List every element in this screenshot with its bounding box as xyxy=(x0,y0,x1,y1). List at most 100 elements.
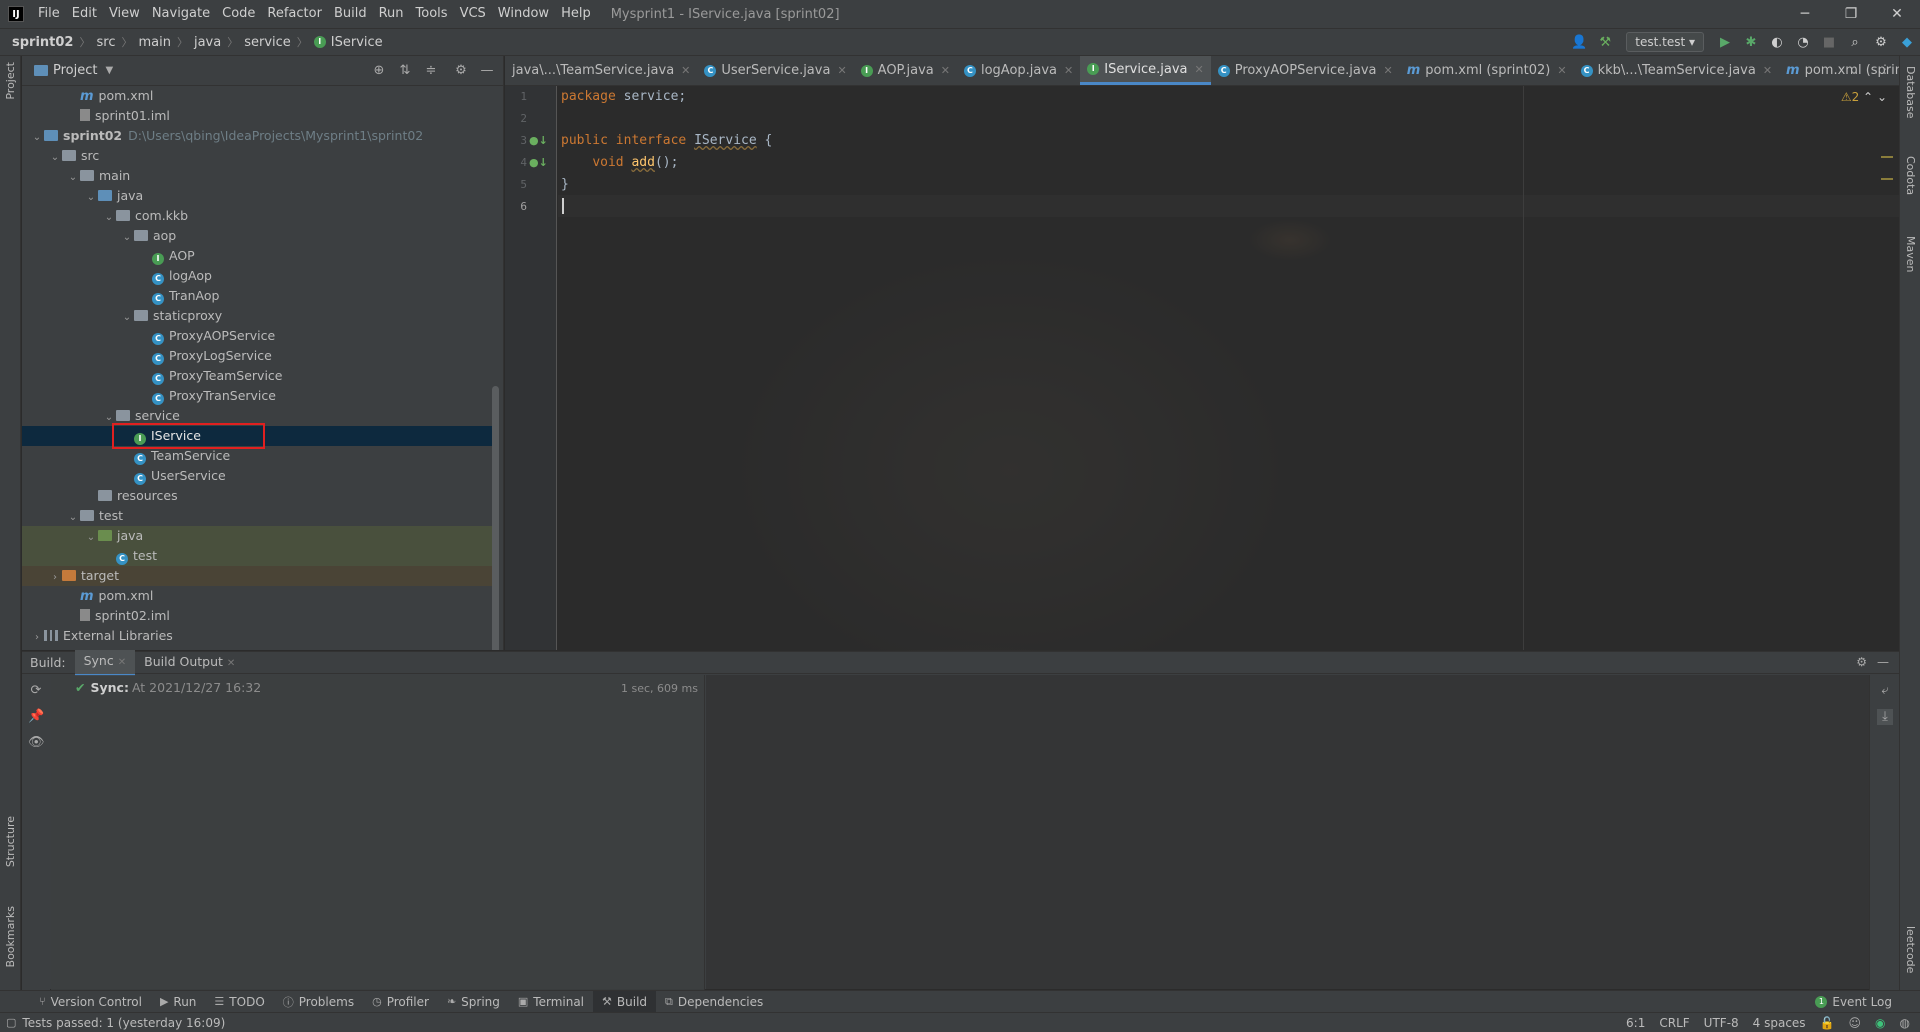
tree-node[interactable]: › target xyxy=(22,566,494,586)
menu-refactor[interactable]: Refactor xyxy=(261,0,328,28)
tree-node[interactable]: C ProxyAOPService xyxy=(22,326,494,346)
structure-tool-button[interactable]: Structure xyxy=(4,816,17,867)
editor-tab[interactable]: C ProxyAOPService.java ✕ xyxy=(1211,56,1400,85)
file-encoding[interactable]: UTF-8 xyxy=(1704,1016,1739,1030)
close-tab-icon[interactable]: ✕ xyxy=(681,64,690,77)
tree-node[interactable]: ⌄ test xyxy=(22,506,494,526)
chevron-down-icon[interactable]: ⌄ xyxy=(120,308,134,328)
tree-node[interactable]: I AOP xyxy=(22,246,494,266)
menu-code[interactable]: Code xyxy=(216,0,261,28)
breadcrumb-service[interactable]: service xyxy=(244,35,291,50)
chevron-down-icon[interactable]: ⌄ xyxy=(66,168,80,188)
editor-tab[interactable]: C UserService.java ✕ xyxy=(697,56,853,85)
tree-node[interactable]: ⌄ com.kkb xyxy=(22,206,494,226)
tree-node[interactable]: C ProxyTranService xyxy=(22,386,494,406)
pin-icon[interactable]: 📌 xyxy=(28,709,44,725)
tree-node[interactable]: resources xyxy=(22,486,494,506)
stop-icon[interactable]: ■ xyxy=(1816,29,1842,55)
locate-icon[interactable]: ⊕ xyxy=(370,62,388,80)
tab-dependencies[interactable]: ⧉ Dependencies xyxy=(656,991,772,1013)
assistant-icon[interactable]: ☺ xyxy=(1849,1016,1862,1030)
tab-build[interactable]: ⚒ Build xyxy=(593,990,657,1013)
menu-window[interactable]: Window xyxy=(492,0,555,28)
close-tab-icon[interactable]: ✕ xyxy=(1195,63,1204,76)
hammer-icon[interactable]: ⚒ xyxy=(1592,29,1618,55)
warning-stripe-mark[interactable] xyxy=(1881,156,1893,158)
close-tab-icon[interactable]: ✕ xyxy=(1557,64,1566,77)
chevron-right-icon[interactable]: › xyxy=(30,628,44,648)
close-tab-icon[interactable]: ✕ xyxy=(837,64,846,77)
tab-build-output[interactable]: Build Output ✕ xyxy=(135,651,244,675)
project-tool-button[interactable]: Project xyxy=(4,62,17,100)
tree-node[interactable]: sprint02.iml xyxy=(22,606,494,626)
tab-problems[interactable]: ⓘ Problems xyxy=(274,991,363,1013)
search-icon[interactable]: ⌕ xyxy=(1842,29,1868,55)
menu-run[interactable]: Run xyxy=(373,0,410,28)
bookmarks-tool-button[interactable]: Bookmarks xyxy=(4,906,17,967)
close-window-icon[interactable]: ✕ xyxy=(1874,0,1920,28)
tree-node[interactable]: C TranAop xyxy=(22,286,494,306)
tree-node[interactable]: m pom.xml xyxy=(22,586,494,606)
refresh-icon[interactable]: ⟳ xyxy=(28,683,44,699)
tab-version-control[interactable]: ⑂ Version Control xyxy=(30,991,151,1013)
tab-overflow-icon[interactable]: ⌄ xyxy=(1849,63,1859,77)
line-separator[interactable]: CRLF xyxy=(1659,1016,1689,1030)
tree-node[interactable]: sprint01.iml xyxy=(22,106,494,126)
breadcrumb-main[interactable]: main xyxy=(138,35,170,50)
hide-panel-icon[interactable]: — xyxy=(1877,655,1889,669)
status-message[interactable]: Tests passed: 1 (yesterday 16:09) xyxy=(22,1016,225,1030)
menu-help[interactable]: Help xyxy=(555,0,597,28)
tree-node[interactable]: ⌄ aop xyxy=(22,226,494,246)
tree-node[interactable]: › External Libraries xyxy=(22,626,494,646)
chevron-down-icon[interactable]: ▼ xyxy=(105,65,113,76)
close-tab-icon[interactable]: ✕ xyxy=(1763,64,1772,77)
codota-tool-button[interactable]: Codota xyxy=(1904,156,1917,195)
panel-toggle-icon[interactable]: ▢ xyxy=(6,1016,16,1029)
chevron-down-icon[interactable]: ⌄ xyxy=(84,188,98,208)
tree-node[interactable]: m pom.xml xyxy=(22,86,494,106)
inspection-widget[interactable]: ⚠2 ⌃ ⌄ xyxy=(1841,90,1887,104)
tree-node[interactable]: C UserService xyxy=(22,466,494,486)
tree-node[interactable]: ⌄ src xyxy=(22,146,494,166)
menu-edit[interactable]: Edit xyxy=(66,0,103,28)
close-tab-icon[interactable]: ✕ xyxy=(1064,64,1073,77)
tab-spring[interactable]: ❧ Spring xyxy=(438,991,509,1013)
tree-scrollbar[interactable] xyxy=(492,386,499,650)
soft-wrap-icon[interactable]: ⤶ xyxy=(1877,683,1893,699)
settings-icon[interactable]: ⚙ xyxy=(1856,655,1867,669)
editor-tab[interactable]: Ckkb\...\TeamService.java ✕ xyxy=(1574,56,1779,85)
code-editor[interactable]: package service; public interface IServi… xyxy=(558,86,1899,650)
editor-tab-active[interactable]: I IService.java ✕ xyxy=(1080,56,1211,85)
implemented-marker-icon[interactable]: ●↓ xyxy=(529,156,548,170)
collapse-all-icon[interactable]: ≑ xyxy=(422,62,440,80)
close-tab-icon[interactable]: ✕ xyxy=(941,64,950,77)
indent-setting[interactable]: 4 spaces xyxy=(1753,1016,1806,1030)
breadcrumb-java[interactable]: java xyxy=(194,35,221,50)
tree-node[interactable]: ⌄ service xyxy=(22,406,494,426)
chevron-down-icon[interactable]: ⌄ xyxy=(66,508,80,528)
chevron-down-icon[interactable]: ⌄ xyxy=(84,528,98,548)
caret-position[interactable]: 6:1 xyxy=(1626,1016,1645,1030)
memory-icon[interactable]: ◍ xyxy=(1900,1016,1910,1030)
build-output-console[interactable] xyxy=(706,675,1869,990)
run-icon[interactable]: ▶ xyxy=(1712,29,1738,55)
breadcrumb-src[interactable]: src xyxy=(96,35,115,50)
tree-node[interactable]: C ProxyTeamService xyxy=(22,366,494,386)
editor-tab[interactable]: java\...\TeamService.java ✕ xyxy=(505,56,697,85)
tree-node[interactable]: Ctest xyxy=(22,546,494,566)
tree-node[interactable]: C TeamService xyxy=(22,446,494,466)
debug-icon[interactable]: ✱ xyxy=(1738,29,1764,55)
run-configuration-select[interactable]: test.test ▾ xyxy=(1626,32,1704,52)
plugin-status-icon[interactable]: ◉ xyxy=(1875,1016,1885,1030)
profile-icon[interactable]: ◔ xyxy=(1790,29,1816,55)
plugin-icon[interactable]: ◆ xyxy=(1894,29,1920,55)
lock-icon[interactable]: 🔓 xyxy=(1820,1016,1835,1030)
chevron-down-icon[interactable]: ⌄ xyxy=(102,208,116,228)
tree-node[interactable]: ⌄ java xyxy=(22,186,494,206)
tree-node[interactable]: C ProxyLogService xyxy=(22,346,494,366)
coverage-icon[interactable]: ◐ xyxy=(1764,29,1790,55)
tree-node[interactable]: ⌄ staticproxy xyxy=(22,306,494,326)
tab-terminal[interactable]: ▣ Terminal xyxy=(509,991,593,1013)
menu-build[interactable]: Build xyxy=(328,0,373,28)
chevron-right-icon[interactable]: › xyxy=(48,568,62,588)
